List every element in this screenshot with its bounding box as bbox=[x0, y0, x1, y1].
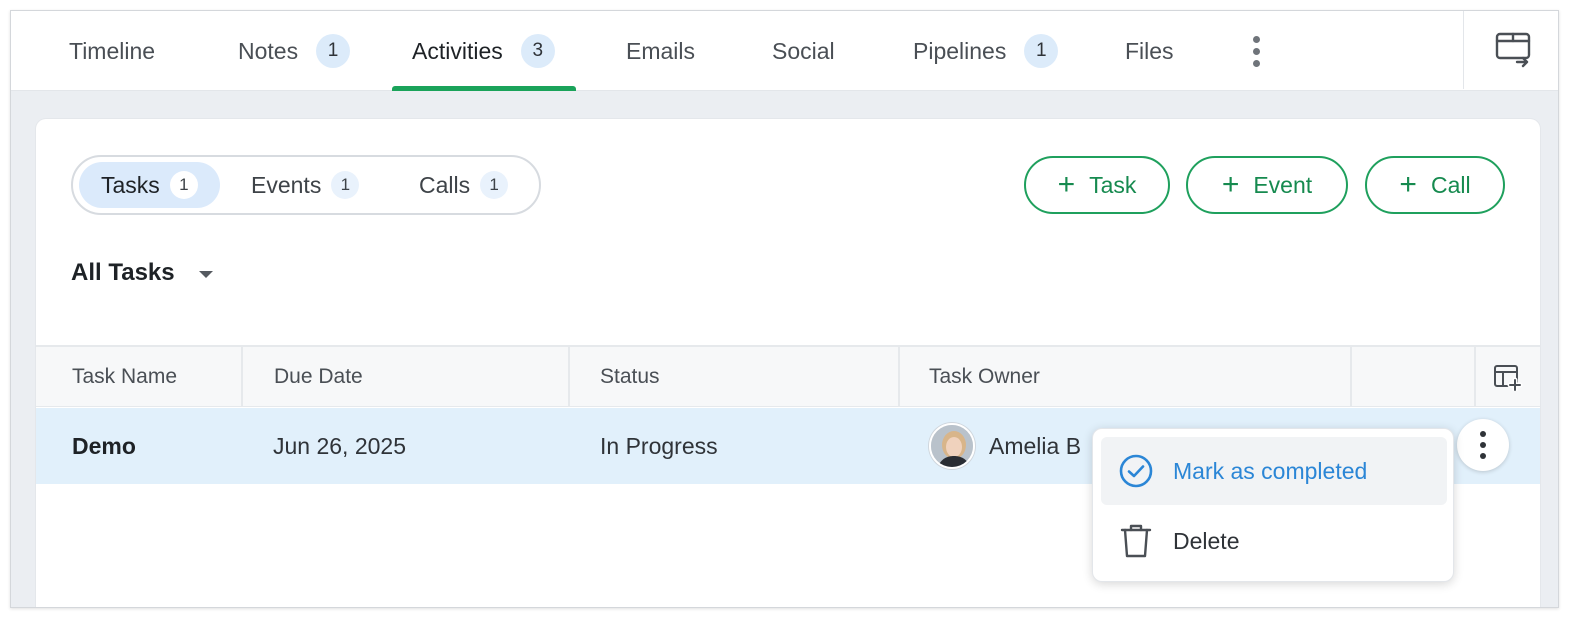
tab-label: Pipelines bbox=[913, 37, 1007, 64]
menu-item-label: Mark as completed bbox=[1173, 457, 1368, 484]
column-header-due-date[interactable]: Due Date bbox=[243, 347, 570, 407]
segment-tasks[interactable]: Tasks 1 bbox=[79, 162, 220, 208]
tab-label: Activities bbox=[412, 37, 503, 64]
open-panel-icon[interactable] bbox=[1493, 29, 1533, 69]
owner-name: Amelia B bbox=[989, 432, 1082, 459]
plus-icon: + bbox=[1057, 168, 1076, 201]
segment-count-badge: 1 bbox=[331, 171, 360, 199]
segment-label: Calls bbox=[419, 171, 471, 198]
owner-avatar bbox=[929, 423, 975, 469]
add-call-button[interactable]: + Call bbox=[1365, 156, 1505, 214]
column-header-label: Due Date bbox=[274, 365, 363, 388]
segment-calls[interactable]: Calls 1 bbox=[401, 162, 521, 208]
segment-label: Tasks bbox=[101, 171, 160, 198]
activities-panel: Timeline Notes 1 Activities 3 Emails Soc… bbox=[10, 10, 1559, 608]
trash-icon bbox=[1117, 522, 1155, 560]
column-header-label: Status bbox=[600, 365, 660, 388]
column-header-task-name[interactable]: Task Name bbox=[36, 347, 243, 407]
tab-count-badge: 1 bbox=[1024, 34, 1059, 68]
tab-label: Emails bbox=[626, 37, 696, 64]
plus-icon: + bbox=[1221, 168, 1240, 201]
button-label: Event bbox=[1253, 171, 1313, 198]
segment-count-badge: 1 bbox=[480, 171, 509, 199]
active-tab-indicator bbox=[392, 86, 576, 91]
add-task-button[interactable]: + Task bbox=[1024, 156, 1170, 214]
tab-activities[interactable]: Activities 3 bbox=[412, 11, 555, 91]
tab-pipelines[interactable]: Pipelines 1 bbox=[913, 11, 1059, 91]
status-cell: In Progress bbox=[600, 432, 718, 459]
more-tabs-kebab-icon[interactable] bbox=[1241, 31, 1271, 71]
tab-label: Notes bbox=[238, 37, 299, 64]
column-header-label: Task Name bbox=[72, 365, 178, 388]
tab-count-badge: 1 bbox=[316, 34, 351, 68]
menu-item-label: Delete bbox=[1173, 527, 1240, 554]
tab-label: Social bbox=[772, 37, 835, 64]
column-header-task-owner[interactable]: Task Owner bbox=[900, 347, 1352, 407]
tab-files[interactable]: Files bbox=[1125, 11, 1174, 91]
task-owner-cell[interactable]: Amelia B bbox=[929, 408, 1081, 484]
segment-count-badge: 1 bbox=[169, 171, 198, 199]
button-label: Call bbox=[1430, 171, 1471, 198]
tab-timeline[interactable]: Timeline bbox=[69, 11, 155, 91]
add-event-button[interactable]: + Event bbox=[1186, 156, 1348, 214]
tab-label: Timeline bbox=[69, 37, 156, 64]
row-actions-menu: Mark as completed Delete bbox=[1092, 428, 1454, 582]
task-view-filter-dropdown[interactable]: All Tasks bbox=[71, 259, 213, 287]
related-tabs-bar: Timeline Notes 1 Activities 3 Emails Soc… bbox=[11, 11, 1558, 91]
plus-icon: + bbox=[1399, 168, 1417, 201]
table-column-settings-icon[interactable] bbox=[1474, 347, 1540, 407]
row-actions-kebab-icon[interactable] bbox=[1457, 419, 1509, 471]
filter-label: All Tasks bbox=[71, 259, 175, 286]
task-name-cell[interactable]: Demo bbox=[72, 408, 136, 484]
tab-count-badge: 3 bbox=[520, 34, 555, 68]
segment-label: Events bbox=[251, 171, 322, 198]
column-header-label: Task Owner bbox=[929, 365, 1040, 388]
button-label: Task bbox=[1089, 171, 1137, 198]
due-date-cell: Jun 26, 2025 bbox=[273, 432, 407, 459]
activity-type-segmented-control: Tasks 1 Events 1 Calls 1 bbox=[71, 155, 541, 215]
tab-notes[interactable]: Notes 1 bbox=[238, 11, 351, 91]
table-header: Task Name Due Date Status Task Owner bbox=[36, 345, 1540, 407]
caret-down-icon bbox=[198, 270, 213, 278]
menu-item-delete[interactable]: Delete bbox=[1101, 507, 1447, 575]
segment-events[interactable]: Events 1 bbox=[233, 162, 373, 208]
tab-social[interactable]: Social bbox=[772, 11, 835, 91]
menu-item-mark-as-completed[interactable]: Mark as completed bbox=[1101, 437, 1447, 505]
tab-emails[interactable]: Emails bbox=[626, 11, 695, 91]
column-header-status[interactable]: Status bbox=[570, 347, 900, 407]
tab-label: Files bbox=[1125, 37, 1174, 64]
divider bbox=[1463, 11, 1464, 89]
check-circle-icon bbox=[1117, 452, 1155, 490]
